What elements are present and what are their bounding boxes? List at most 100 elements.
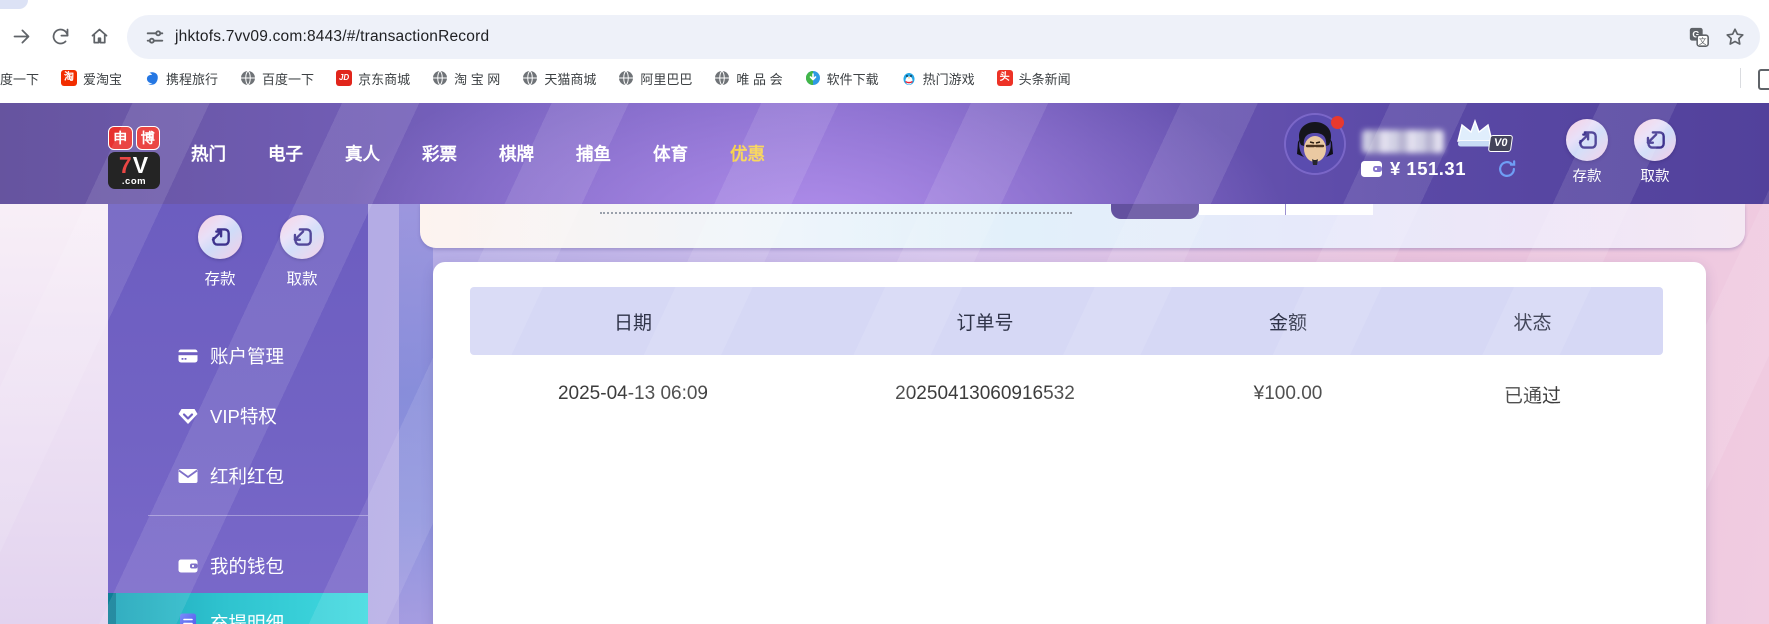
bookmark-item[interactable]: 热门游戏 xyxy=(901,69,975,88)
bookmark-item[interactable]: 唯 品 会 xyxy=(714,69,783,88)
sidebar-item-transactions[interactable]: 充提明细 xyxy=(108,593,368,624)
vip-gem-icon xyxy=(178,409,198,424)
withdraw-icon xyxy=(1634,119,1676,161)
wallet-icon xyxy=(1361,161,1382,177)
bookmark-star-icon[interactable] xyxy=(1724,26,1746,48)
sidebar-item-bonus[interactable]: 红利红包 xyxy=(108,461,368,491)
forward-icon[interactable] xyxy=(9,25,33,49)
address-bar[interactable]: jhktofs.7vv09.com:8443/#/transactionReco… xyxy=(127,14,1760,59)
table-row: 2025-04-13 06:09 20250413060916532 ¥100.… xyxy=(470,362,1663,426)
logo-badge-bo: 博 xyxy=(135,126,160,150)
logo-v: V xyxy=(132,152,150,178)
deposit-icon xyxy=(198,215,242,259)
wallet-icon xyxy=(178,559,198,573)
bookmark-label: 软件下载 xyxy=(826,71,879,87)
bookmark-item[interactable]: JD 京东商城 xyxy=(336,69,410,88)
nav-item-promos[interactable]: 优惠 xyxy=(730,141,765,166)
ctrip-dolphin-icon xyxy=(144,70,160,86)
web-page: 申 博 7V .com 热门 电子 真人 彩票 棋牌 捕鱼 体育 优惠 V0 ¥… xyxy=(0,103,1769,624)
sidebar-deposit-label: 存款 xyxy=(204,271,236,288)
url-text[interactable]: jhktofs.7vv09.com:8443/#/transactionReco… xyxy=(175,28,1688,46)
bookmark-label: 爱淘宝 xyxy=(83,71,123,87)
sidebar-item-label: 红利红包 xyxy=(210,466,285,487)
bookmark-item[interactable]: 阿里巴巴 xyxy=(618,69,692,88)
bookmark-label: 京东商城 xyxy=(358,71,411,87)
globe-icon xyxy=(522,70,538,86)
logo-7: 7 xyxy=(118,152,133,178)
bookmark-item[interactable]: 天猫商城 xyxy=(522,69,596,88)
nav-item-cards[interactable]: 棋牌 xyxy=(499,141,534,166)
sidebar-item-label: 账户管理 xyxy=(210,346,285,367)
cell-order-no: 20250413060916532 xyxy=(895,383,1075,404)
red-envelope-icon xyxy=(178,469,198,483)
table-header-row: 日期 订单号 金额 状态 xyxy=(470,287,1663,355)
deposit-label: 存款 xyxy=(1572,169,1602,185)
bookmark-item[interactable]: 度一下 xyxy=(0,69,39,88)
nav-item-fishing[interactable]: 捕鱼 xyxy=(576,141,611,166)
column-header-amount: 金额 xyxy=(1268,312,1307,334)
sidebar-withdraw-label: 取款 xyxy=(286,271,318,288)
nav-item-sports[interactable]: 体育 xyxy=(653,141,688,166)
penguin-icon xyxy=(901,70,917,86)
taobao-icon: 淘 xyxy=(61,70,78,86)
site-info-icon[interactable] xyxy=(144,26,166,48)
bookmark-item[interactable]: 淘爱淘宝 xyxy=(61,69,122,88)
site-logo[interactable]: 申 博 7V .com xyxy=(108,126,160,189)
bookmark-label: 热门游戏 xyxy=(922,71,975,87)
filter-card-remnant xyxy=(420,204,1745,248)
nav-item-hot[interactable]: 热门 xyxy=(191,141,226,166)
deposit-icon xyxy=(1566,119,1608,161)
download-icon xyxy=(805,70,821,86)
sidebar: 存款 取款 账户管理 VIP特权 红利红包 我的钱包 充提明细 xyxy=(108,204,368,624)
sidebar-deposit-button[interactable]: 存款 xyxy=(188,215,252,289)
toutiao-icon: 头 xyxy=(996,70,1013,86)
site-header: 申 博 7V .com 热门 电子 真人 彩票 棋牌 捕鱼 体育 优惠 V0 ¥… xyxy=(0,103,1769,204)
bookmark-item[interactable]: 头头条新闻 xyxy=(996,69,1071,88)
logo-suffix: .com xyxy=(121,176,147,187)
nav-item-lottery[interactable]: 彩票 xyxy=(422,141,457,166)
reload-icon[interactable] xyxy=(48,25,72,49)
cell-date: 2025-04-13 06:09 xyxy=(557,383,708,404)
bookmark-label: 淘 宝 网 xyxy=(454,71,501,87)
nav-item-live[interactable]: 真人 xyxy=(345,141,380,166)
sidebar-item-label: VIP特权 xyxy=(210,406,277,427)
tab-buttons-remnant[interactable] xyxy=(1199,204,1373,215)
tab-notch xyxy=(1111,204,1199,219)
bookmark-item[interactable]: 携程旅行 xyxy=(144,69,218,88)
sidebar-item-wallet[interactable]: 我的钱包 xyxy=(108,551,368,581)
username-blurred xyxy=(1362,130,1444,153)
deposit-button[interactable]: 存款 xyxy=(1557,119,1617,186)
bookmark-label: 百度一下 xyxy=(262,71,315,87)
tab-separator xyxy=(1285,204,1286,215)
partial-folder-icon[interactable] xyxy=(1758,69,1769,90)
translate-icon[interactable]: G文 xyxy=(1688,26,1710,48)
withdraw-label: 取款 xyxy=(1640,169,1670,185)
sidebar-withdraw-button[interactable]: 取款 xyxy=(270,215,334,289)
sidebar-item-vip[interactable]: VIP特权 xyxy=(108,401,368,431)
bookmark-item[interactable]: 百度一下 xyxy=(240,69,314,88)
notification-dot xyxy=(1331,116,1344,129)
refresh-balance-icon[interactable] xyxy=(1496,158,1518,180)
bookmark-item[interactable]: 淘 宝 网 xyxy=(432,69,500,88)
globe-icon xyxy=(240,70,256,86)
nav-item-slots[interactable]: 电子 xyxy=(268,141,303,166)
sidebar-item-label: 我的钱包 xyxy=(210,556,285,577)
browser-chrome: jhktofs.7vv09.com:8443/#/transactionReco… xyxy=(0,0,1769,103)
browser-window: jhktofs.7vv09.com:8443/#/transactionReco… xyxy=(0,0,1769,624)
home-icon[interactable] xyxy=(87,25,111,49)
sidebar-divider xyxy=(148,515,368,516)
withdraw-button[interactable]: 取款 xyxy=(1625,119,1685,186)
svg-text:文: 文 xyxy=(1699,35,1707,45)
bookmark-label: 头条新闻 xyxy=(1018,71,1071,87)
sidebar-item-account[interactable]: 账户管理 xyxy=(108,341,368,371)
column-header-order-no: 订单号 xyxy=(956,312,1014,334)
globe-icon xyxy=(714,70,730,86)
bookmark-item[interactable]: 软件下载 xyxy=(805,69,879,88)
browser-toolbar: jhktofs.7vv09.com:8443/#/transactionReco… xyxy=(0,10,1769,63)
statement-document-icon xyxy=(180,613,196,624)
vip-level-badge: V0 xyxy=(1487,135,1514,152)
bookmark-label: 阿里巴巴 xyxy=(640,71,693,87)
bookmark-label: 唯 品 会 xyxy=(736,71,783,87)
globe-icon xyxy=(432,70,448,86)
cell-amount: ¥100.00 xyxy=(1253,383,1323,404)
